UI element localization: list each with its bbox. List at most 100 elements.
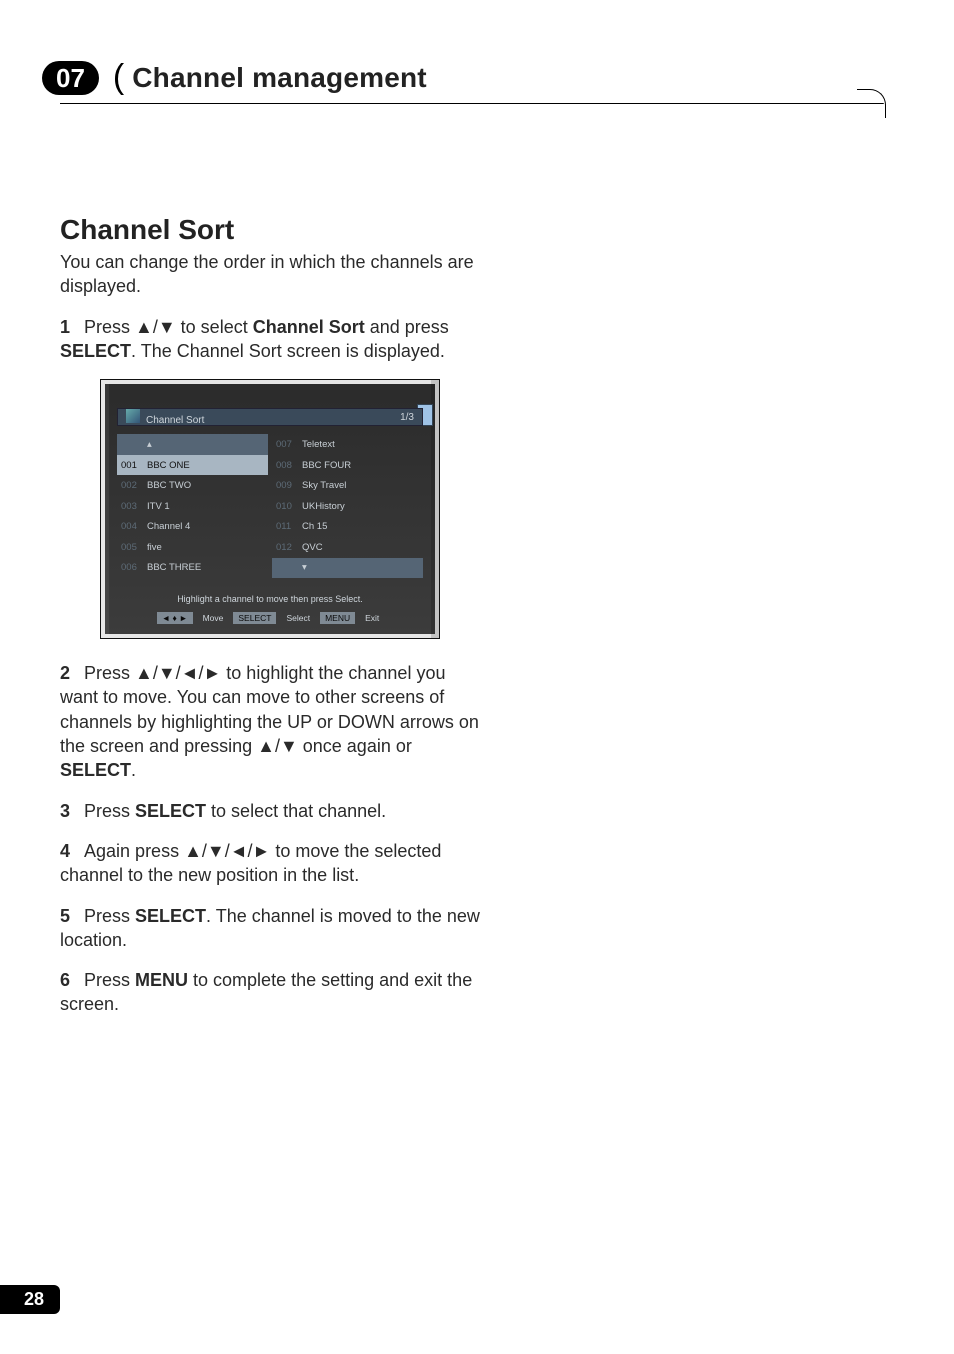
channel-number: 004 [117,516,143,537]
channel-name: BBC TWO [143,475,268,496]
osd-title-bar: Channel Sort 1/3 [117,408,423,426]
channel-name: ▾ [298,558,423,579]
channel-name: BBC THREE [143,558,268,579]
step-4-number: 4 [60,841,70,861]
channel-number: 010 [272,496,298,517]
osd-move-label: Move [199,612,228,624]
step-3-text-b: to select that channel. [206,801,386,821]
step-3-bold: SELECT [135,801,206,821]
channel-row: 001BBC ONE [117,455,268,476]
step-2-bold: SELECT [60,760,131,780]
step-3-number: 3 [60,801,70,821]
channel-name: BBC ONE [143,455,268,476]
step-1-bold-2: SELECT [60,341,131,361]
channel-row: 012QVC [272,537,423,558]
step-1-text-d: . The Channel Sort screen is displayed. [131,341,445,361]
step-5-text-a: Press [84,906,135,926]
header-divider [60,103,884,104]
step-2-text-c: once again or [298,736,412,756]
channel-row: 008BBC FOUR [272,455,423,476]
channel-sort-screenshot: Channel Sort 1/3 ▴001BBC ONE002BBC TWO00… [100,379,440,639]
content-column: Channel Sort You can change the order in… [60,214,480,1017]
header-paren-icon: ( [113,58,124,97]
channel-number [117,434,143,455]
osd-right-table: 007Teletext008BBC FOUR009Sky Travel010UK… [272,434,423,578]
step-1-number: 1 [60,317,70,337]
nav-arrows-icon: ▲/▼/◄/► [135,663,221,683]
nav-arrows-icon-2: ▲/▼/◄/► [184,841,270,861]
channel-number: 003 [117,496,143,517]
channel-number [272,558,298,579]
step-3: 3 Press SELECT to select that channel. [60,799,480,823]
section-intro: You can change the order in which the ch… [60,250,480,299]
channel-row: 006BBC THREE [117,558,268,579]
osd-hint-text: Highlight a channel to move then press S… [101,594,439,604]
channel-row: ▾ [272,558,423,579]
step-1-text-b: to select [176,317,253,337]
channel-number: 005 [117,537,143,558]
channel-number: 006 [117,558,143,579]
osd-page-indicator: 1/3 [400,412,414,423]
step-1-text-a: Press [84,317,135,337]
up-down-arrows-icon: ▲/▼ [135,317,176,337]
channel-name: Teletext [298,434,423,455]
step-6-bold: MENU [135,970,188,990]
step-6: 6Press MENU to complete the setting and … [60,968,480,1017]
osd-title: Channel Sort [126,409,204,426]
osd-select-key: SELECT [233,612,276,624]
osd-move-key: ◄ ♦ ► [157,612,193,624]
channel-name: ▴ [143,434,268,455]
channel-number: 011 [272,516,298,537]
step-5-bold: SELECT [135,906,206,926]
step-6-number: 6 [60,970,70,990]
channel-name: Ch 15 [298,516,423,537]
channel-row: 010UKHistory [272,496,423,517]
step-1-bold-1: Channel Sort [253,317,365,337]
step-2-text-d: . [131,760,136,780]
channel-name: QVC [298,537,423,558]
channel-row: 011Ch 15 [272,516,423,537]
channel-row: 009Sky Travel [272,475,423,496]
channel-number: 009 [272,475,298,496]
step-4-text-a: Again press [84,841,184,861]
channel-number: 008 [272,455,298,476]
chapter-header: 07 ( Channel management [60,58,884,97]
osd-columns: ▴001BBC ONE002BBC TWO003ITV 1004Channel … [117,434,423,578]
channel-name: UKHistory [298,496,423,517]
channel-number: 012 [272,537,298,558]
channel-name: five [143,537,268,558]
channel-name: Sky Travel [298,475,423,496]
channel-row: 004Channel 4 [117,516,268,537]
osd-menu-key: MENU [320,612,355,624]
osd-tool-icon [126,409,140,423]
step-3-text-a: Press [84,801,135,821]
step-1-text-c: and press [365,317,449,337]
osd-left-table: ▴001BBC ONE002BBC TWO003ITV 1004Channel … [117,434,268,578]
channel-name: ITV 1 [143,496,268,517]
channel-row: 007Teletext [272,434,423,455]
step-5: 5Press SELECT. The channel is moved to t… [60,904,480,953]
channel-name: BBC FOUR [298,455,423,476]
channel-name: Channel 4 [143,516,268,537]
step-2-text-a: Press [84,663,135,683]
step-1: 1 Press ▲/▼ to select Channel Sort and pr… [60,315,480,364]
chapter-title: Channel management [132,62,427,94]
osd-select-label: Select [282,612,314,624]
page: 07 ( Channel management Channel Sort You… [0,0,954,1354]
section-title: Channel Sort [60,214,480,246]
channel-number: 002 [117,475,143,496]
step-6-text-a: Press [84,970,135,990]
osd-button-row: ◄ ♦ ►Move SELECTSelect MENUExit [101,612,439,624]
channel-row: 005five [117,537,268,558]
page-number: 28 [0,1285,60,1314]
channel-row: 002BBC TWO [117,475,268,496]
channel-row: 003ITV 1 [117,496,268,517]
chapter-number-badge: 07 [42,61,99,95]
channel-row: ▴ [117,434,268,455]
osd-title-text: Channel Sort [146,415,204,426]
step-2-number: 2 [60,663,70,683]
channel-number: 007 [272,434,298,455]
channel-number: 001 [117,455,143,476]
up-down-arrows-icon-2: ▲/▼ [257,736,298,756]
step-2: 2Press ▲/▼/◄/► to highlight the channel … [60,661,480,782]
